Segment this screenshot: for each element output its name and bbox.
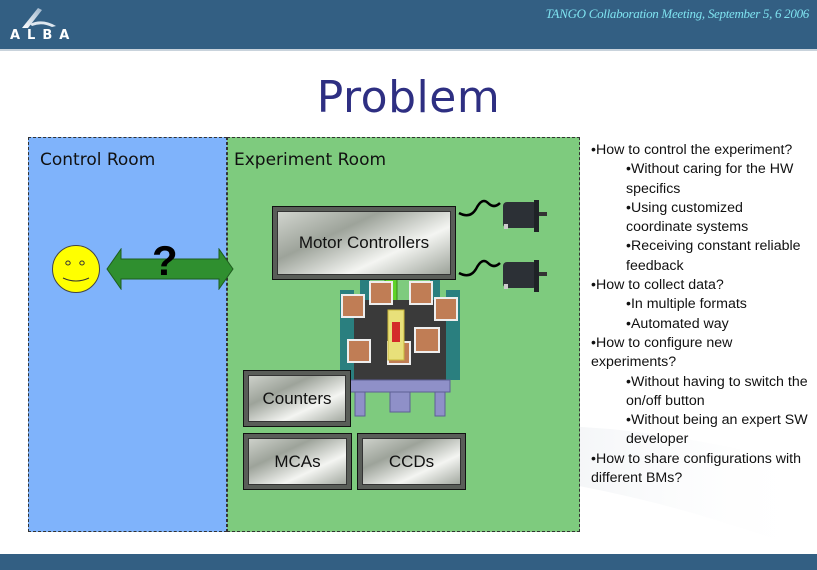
sub-question-item: •Without caring for the HW specifics bbox=[626, 161, 794, 197]
slide-title: Problem bbox=[316, 72, 501, 123]
smiley-face-icon bbox=[52, 245, 100, 293]
mcas-box: MCAs bbox=[243, 433, 352, 490]
question-item: •How to collect data? bbox=[591, 277, 724, 294]
sub-question-item: •Using customized coordinate systems bbox=[626, 199, 749, 236]
motor-cable-top bbox=[458, 199, 501, 217]
detector-instrument-icon bbox=[340, 270, 460, 417]
questions-list: •How to control the experiment? •Without … bbox=[591, 141, 813, 488]
question-item: •How to configure new experiments? bbox=[591, 334, 733, 371]
control-room-label: Control Room bbox=[40, 150, 156, 170]
experiment-room-label: Experiment Room bbox=[234, 150, 387, 170]
question-item: •How to share configurations with differ… bbox=[591, 450, 801, 487]
sub-question-item: •In multiple formats bbox=[626, 296, 747, 313]
counters-box: Counters bbox=[243, 370, 351, 427]
ccds-box: CCDs bbox=[357, 433, 466, 490]
sub-question-item: •Without being an expert SW developer bbox=[626, 412, 808, 448]
control-room-area: Control Room bbox=[28, 137, 227, 532]
motor-icon bbox=[503, 260, 547, 292]
motor-icon bbox=[503, 200, 547, 232]
motor-cable-bottom bbox=[458, 259, 501, 277]
question-item: •How to control the experiment? bbox=[591, 142, 793, 158]
footer-bar bbox=[0, 554, 817, 570]
sub-question-item: •Receiving constant reliable feedback bbox=[626, 238, 801, 274]
sub-question-item: •Automated way bbox=[626, 315, 729, 332]
sub-question-item: •Without having to switch the on/off but… bbox=[626, 373, 808, 409]
question-mark: ? bbox=[152, 237, 178, 284]
motor-controllers-box: Motor Controllers bbox=[272, 206, 456, 280]
